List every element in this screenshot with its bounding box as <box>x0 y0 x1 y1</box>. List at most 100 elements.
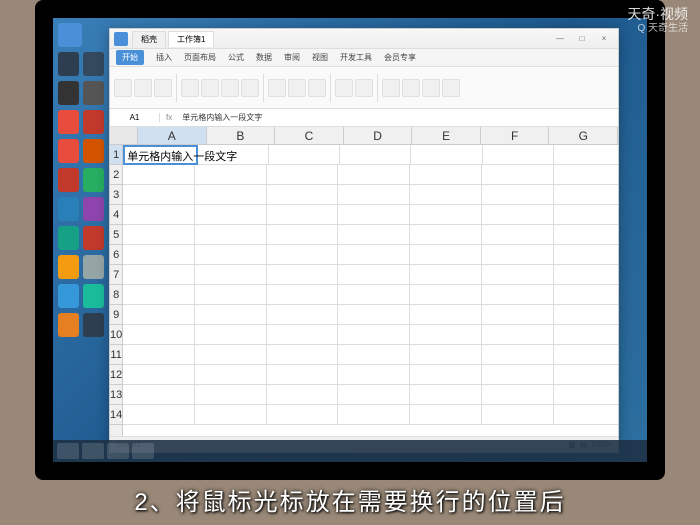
cell[interactable] <box>338 385 410 405</box>
cell[interactable] <box>267 185 339 205</box>
cell[interactable] <box>267 325 339 345</box>
cell[interactable] <box>267 285 339 305</box>
cell[interactable] <box>410 305 482 325</box>
close-button[interactable]: × <box>594 32 614 46</box>
merge-button[interactable] <box>335 79 353 97</box>
cell[interactable] <box>482 265 554 285</box>
desktop-icon[interactable] <box>58 284 79 308</box>
cell[interactable] <box>410 365 482 385</box>
taskbar-item[interactable] <box>107 443 129 459</box>
cell-a1[interactable]: 单元格内输入一段文字 <box>123 145 197 165</box>
row-header[interactable]: 11 <box>110 345 122 365</box>
cell[interactable] <box>338 405 410 425</box>
cell[interactable] <box>554 245 618 265</box>
menu-insert[interactable]: 插入 <box>156 52 172 63</box>
cell[interactable] <box>410 385 482 405</box>
italic-button[interactable] <box>221 79 239 97</box>
cell[interactable] <box>410 185 482 205</box>
cell[interactable] <box>267 385 339 405</box>
cell[interactable] <box>338 205 410 225</box>
cell[interactable] <box>195 185 267 205</box>
cell[interactable] <box>410 285 482 305</box>
minimize-button[interactable]: — <box>550 32 570 46</box>
cell[interactable] <box>123 385 195 405</box>
cell[interactable] <box>410 245 482 265</box>
row-header[interactable]: 13 <box>110 385 122 405</box>
cell[interactable] <box>482 325 554 345</box>
desktop-icon[interactable] <box>58 197 79 221</box>
maximize-button[interactable]: □ <box>572 32 592 46</box>
cell[interactable] <box>338 365 410 385</box>
desktop-icon[interactable] <box>58 81 79 105</box>
row-header[interactable]: 4 <box>110 205 122 225</box>
desktop-icon[interactable] <box>83 81 104 105</box>
cell[interactable] <box>338 285 410 305</box>
cell[interactable] <box>267 405 339 425</box>
menu-dev[interactable]: 开发工具 <box>340 52 372 63</box>
cell[interactable] <box>267 165 339 185</box>
cell[interactable] <box>267 245 339 265</box>
cell[interactable] <box>482 365 554 385</box>
cell[interactable] <box>195 405 267 425</box>
cell[interactable] <box>123 205 195 225</box>
cell[interactable] <box>410 225 482 245</box>
col-header-g[interactable]: G <box>549 127 618 144</box>
cell[interactable] <box>338 345 410 365</box>
desktop-icon[interactable] <box>83 168 104 192</box>
cell[interactable] <box>482 385 554 405</box>
col-header-b[interactable]: B <box>207 127 276 144</box>
desktop-icon[interactable] <box>83 284 104 308</box>
cell[interactable] <box>338 185 410 205</box>
desktop-icon[interactable] <box>58 255 79 279</box>
row-header[interactable]: 8 <box>110 285 122 305</box>
cell[interactable] <box>123 185 195 205</box>
desktop-icon[interactable] <box>58 110 79 134</box>
row-header[interactable]: 6 <box>110 245 122 265</box>
cell[interactable] <box>123 245 195 265</box>
tab-workbook[interactable]: 工作簿1 <box>168 31 214 47</box>
cell[interactable] <box>554 145 618 165</box>
desktop-icon[interactable] <box>58 139 79 163</box>
wrap-button[interactable] <box>355 79 373 97</box>
col-header-c[interactable]: C <box>275 127 344 144</box>
desktop-icon[interactable] <box>83 226 104 250</box>
cell[interactable] <box>554 385 618 405</box>
cell[interactable] <box>338 325 410 345</box>
cell[interactable] <box>482 165 554 185</box>
underline-button[interactable] <box>241 79 259 97</box>
cell[interactable] <box>123 285 195 305</box>
cell[interactable] <box>554 345 618 365</box>
cell[interactable] <box>482 245 554 265</box>
paste-button[interactable] <box>114 79 132 97</box>
cell[interactable] <box>482 285 554 305</box>
cell[interactable] <box>482 345 554 365</box>
cell[interactable] <box>554 305 618 325</box>
formula-input[interactable]: 单元格内输入一段文字 <box>178 112 618 123</box>
menu-data[interactable]: 数据 <box>256 52 272 63</box>
cell[interactable] <box>195 345 267 365</box>
cell[interactable] <box>554 225 618 245</box>
desktop-icon[interactable] <box>83 255 104 279</box>
cell[interactable] <box>269 145 340 165</box>
cells-grid[interactable]: 单元格内输入一段文字 <box>123 145 618 436</box>
desktop-icon[interactable] <box>58 226 79 250</box>
cell[interactable] <box>410 325 482 345</box>
cell[interactable] <box>410 405 482 425</box>
row-header[interactable]: 7 <box>110 265 122 285</box>
desktop-icon[interactable] <box>83 139 104 163</box>
col-header-f[interactable]: F <box>481 127 550 144</box>
cell[interactable] <box>411 145 482 165</box>
filter-button[interactable] <box>442 79 460 97</box>
cell[interactable] <box>195 245 267 265</box>
col-header-e[interactable]: E <box>412 127 481 144</box>
cell[interactable] <box>554 185 618 205</box>
align-center-button[interactable] <box>288 79 306 97</box>
cell[interactable] <box>267 205 339 225</box>
desktop-icon[interactable] <box>83 197 104 221</box>
cell[interactable] <box>554 285 618 305</box>
desktop-icon[interactable] <box>83 110 104 134</box>
cell[interactable] <box>554 205 618 225</box>
cell[interactable] <box>267 225 339 245</box>
sort-button[interactable] <box>422 79 440 97</box>
cell[interactable] <box>123 325 195 345</box>
